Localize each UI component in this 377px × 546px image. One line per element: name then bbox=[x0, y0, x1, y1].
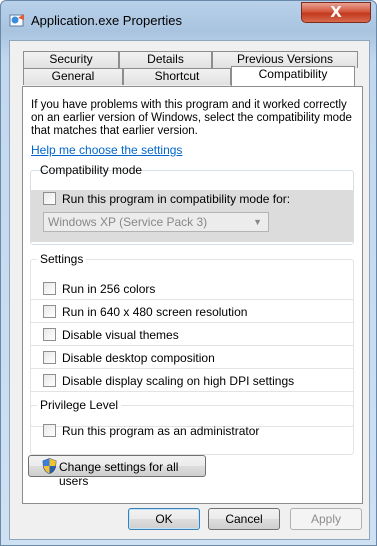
compatibility-panel: If you have problems with this program a… bbox=[22, 86, 363, 504]
compat-os-select[interactable]: Windows XP (Service Pack 3) ▼ bbox=[43, 212, 269, 232]
apply-label: Apply bbox=[310, 512, 342, 526]
tab-label: Compatibility bbox=[258, 67, 328, 81]
dialog-client-area: Security Details Previous Versions Gener… bbox=[9, 40, 370, 540]
title-bar[interactable]: Application.exe Properties X bbox=[1, 1, 377, 41]
ok-button[interactable]: OK bbox=[128, 508, 200, 530]
setting-row[interactable]: Disable visual themes bbox=[31, 324, 353, 346]
app-icon bbox=[9, 14, 24, 27]
setting-row[interactable]: Disable display scaling on high DPI sett… bbox=[31, 370, 353, 392]
setting-row[interactable]: Run in 640 x 480 screen resolution bbox=[31, 301, 353, 323]
setting-checkbox[interactable] bbox=[43, 305, 56, 318]
help-link[interactable]: Help me choose the settings bbox=[31, 143, 182, 157]
tab-label: Details bbox=[147, 52, 184, 66]
tab-details[interactable]: Details bbox=[119, 51, 212, 68]
setting-label: Run in 256 colors bbox=[62, 282, 156, 296]
cancel-button[interactable]: Cancel bbox=[208, 508, 280, 530]
change-settings-all-users-button[interactable]: Change settings for all users bbox=[28, 455, 206, 488]
setting-checkbox[interactable] bbox=[43, 351, 56, 364]
tab-shortcut[interactable]: Shortcut bbox=[123, 68, 231, 85]
setting-row[interactable]: Disable desktop composition bbox=[31, 347, 353, 369]
tab-compatibility[interactable]: Compatibility bbox=[231, 66, 355, 86]
admin-label: Run this program as an administrator bbox=[62, 424, 260, 438]
setting-label: Disable desktop composition bbox=[62, 351, 215, 365]
tab-label: Shortcut bbox=[154, 69, 200, 83]
setting-row[interactable]: Run in 256 colors bbox=[31, 278, 353, 300]
group-title: Privilege Level bbox=[37, 398, 122, 412]
select-value: Windows XP (Service Pack 3) bbox=[48, 215, 208, 229]
change-settings-label: Change settings for all users bbox=[59, 460, 179, 488]
tab-label: General bbox=[51, 69, 95, 83]
compatibility-mode-group: Compatibility mode Run this program in c… bbox=[30, 163, 354, 245]
properties-window: Application.exe Properties X Security De… bbox=[0, 0, 377, 546]
chevron-down-icon: ▼ bbox=[253, 217, 262, 227]
compat-mode-label: Run this program in compatibility mode f… bbox=[62, 192, 291, 206]
setting-checkbox[interactable] bbox=[43, 282, 56, 295]
tab-security[interactable]: Security bbox=[23, 51, 119, 68]
group-title: Settings bbox=[37, 252, 87, 266]
apply-button[interactable]: Apply bbox=[290, 508, 362, 530]
close-icon: X bbox=[330, 3, 342, 21]
setting-label: Disable display scaling on high DPI sett… bbox=[62, 374, 295, 388]
tab-label: Previous Versions bbox=[236, 52, 334, 66]
setting-label: Disable visual themes bbox=[62, 328, 179, 342]
ok-label: OK bbox=[155, 512, 173, 526]
admin-checkbox[interactable] bbox=[43, 424, 56, 437]
privilege-level-group: Privilege Level Run this program as an a… bbox=[30, 398, 354, 455]
compat-mode-checkbox[interactable] bbox=[43, 192, 56, 205]
compat-mode-area: Run this program in compatibility mode f… bbox=[31, 190, 353, 242]
tab-general[interactable]: General bbox=[23, 68, 123, 85]
intro-text: If you have problems with this program a… bbox=[31, 99, 352, 137]
group-title: Compatibility mode bbox=[40, 163, 143, 177]
setting-checkbox[interactable] bbox=[43, 328, 56, 341]
close-button[interactable]: X bbox=[301, 2, 371, 23]
window-title: Application.exe Properties bbox=[31, 13, 183, 28]
setting-label: Run in 640 x 480 screen resolution bbox=[62, 305, 248, 319]
cancel-label: Cancel bbox=[225, 512, 263, 526]
privilege-row[interactable]: Run this program as an administrator bbox=[31, 420, 353, 442]
setting-checkbox[interactable] bbox=[43, 374, 56, 387]
uac-shield-icon bbox=[42, 458, 57, 474]
tab-label: Security bbox=[49, 52, 93, 66]
